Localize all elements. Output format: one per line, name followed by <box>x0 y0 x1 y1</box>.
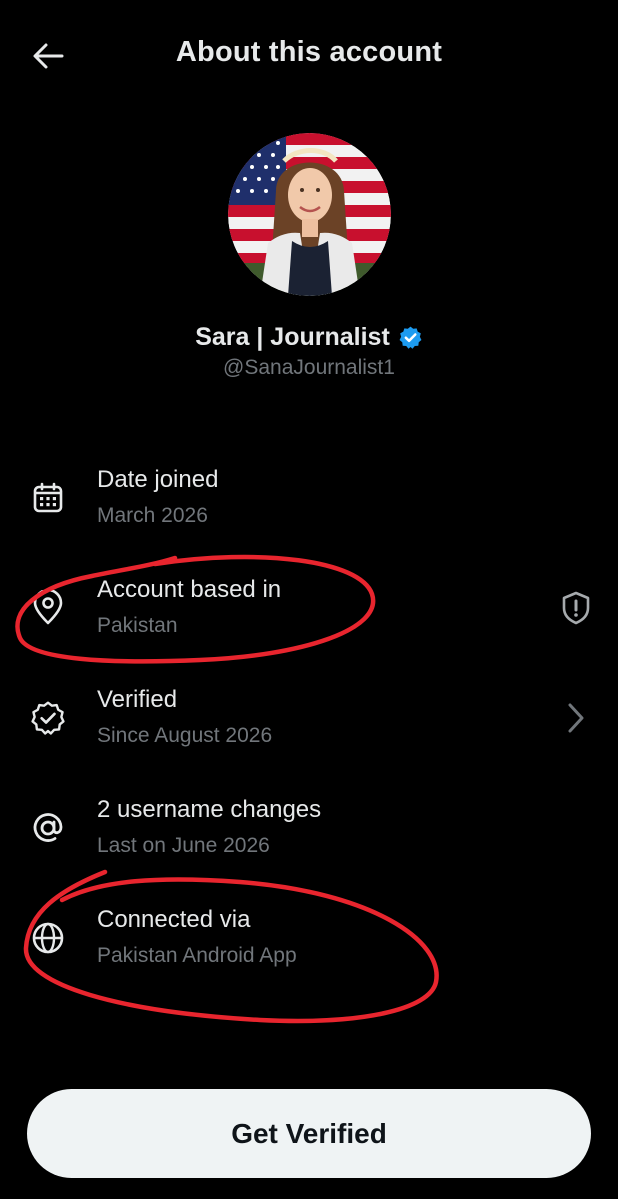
location-pin-icon <box>28 588 68 628</box>
arrow-left-icon <box>33 43 64 69</box>
verified-badge-icon <box>28 698 68 738</box>
info-row-verified[interactable]: Verified Since August 2026 <box>0 668 618 768</box>
row-title: Connected via <box>97 906 251 933</box>
row-subtitle: Last on June 2026 <box>97 834 270 857</box>
info-row-date-joined: Date joined March 2026 <box>0 448 618 548</box>
row-title: Date joined <box>97 466 219 493</box>
verified-checkmark-icon <box>399 326 422 349</box>
globe-icon <box>28 918 68 958</box>
row-title: Account based in <box>97 576 282 603</box>
info-row-connected-via: Connected via Pakistan Android App <box>0 888 618 988</box>
profile-photo <box>228 133 391 296</box>
handle: @SanaJournalist1 <box>223 356 395 379</box>
row-title: 2 username changes <box>97 796 322 823</box>
shield-alert-icon <box>562 591 590 625</box>
display-name-row: Sara | Journalist <box>0 323 618 352</box>
info-row-username-changes: 2 username changes Last on June 2026 <box>0 778 618 878</box>
page-title: About this account <box>175 36 443 68</box>
row-subtitle: Pakistan Android App <box>97 944 297 967</box>
calendar-icon <box>28 478 68 518</box>
display-name: Sara | Journalist <box>195 323 390 351</box>
at-sign-icon <box>28 808 68 848</box>
row-title: Verified <box>97 686 178 713</box>
avatar[interactable] <box>228 133 391 296</box>
info-row-account-based-in: Account based in Pakistan <box>0 558 618 658</box>
top-bar: About this account <box>0 0 618 110</box>
row-subtitle: Since August 2026 <box>97 724 273 747</box>
row-subtitle: March 2026 <box>97 504 208 527</box>
row-subtitle: Pakistan <box>97 614 178 637</box>
chevron-right-icon <box>556 698 596 738</box>
back-button[interactable] <box>22 32 74 80</box>
get-verified-button[interactable]: Get Verified <box>27 1089 591 1178</box>
shield-alert-button[interactable] <box>556 588 596 628</box>
